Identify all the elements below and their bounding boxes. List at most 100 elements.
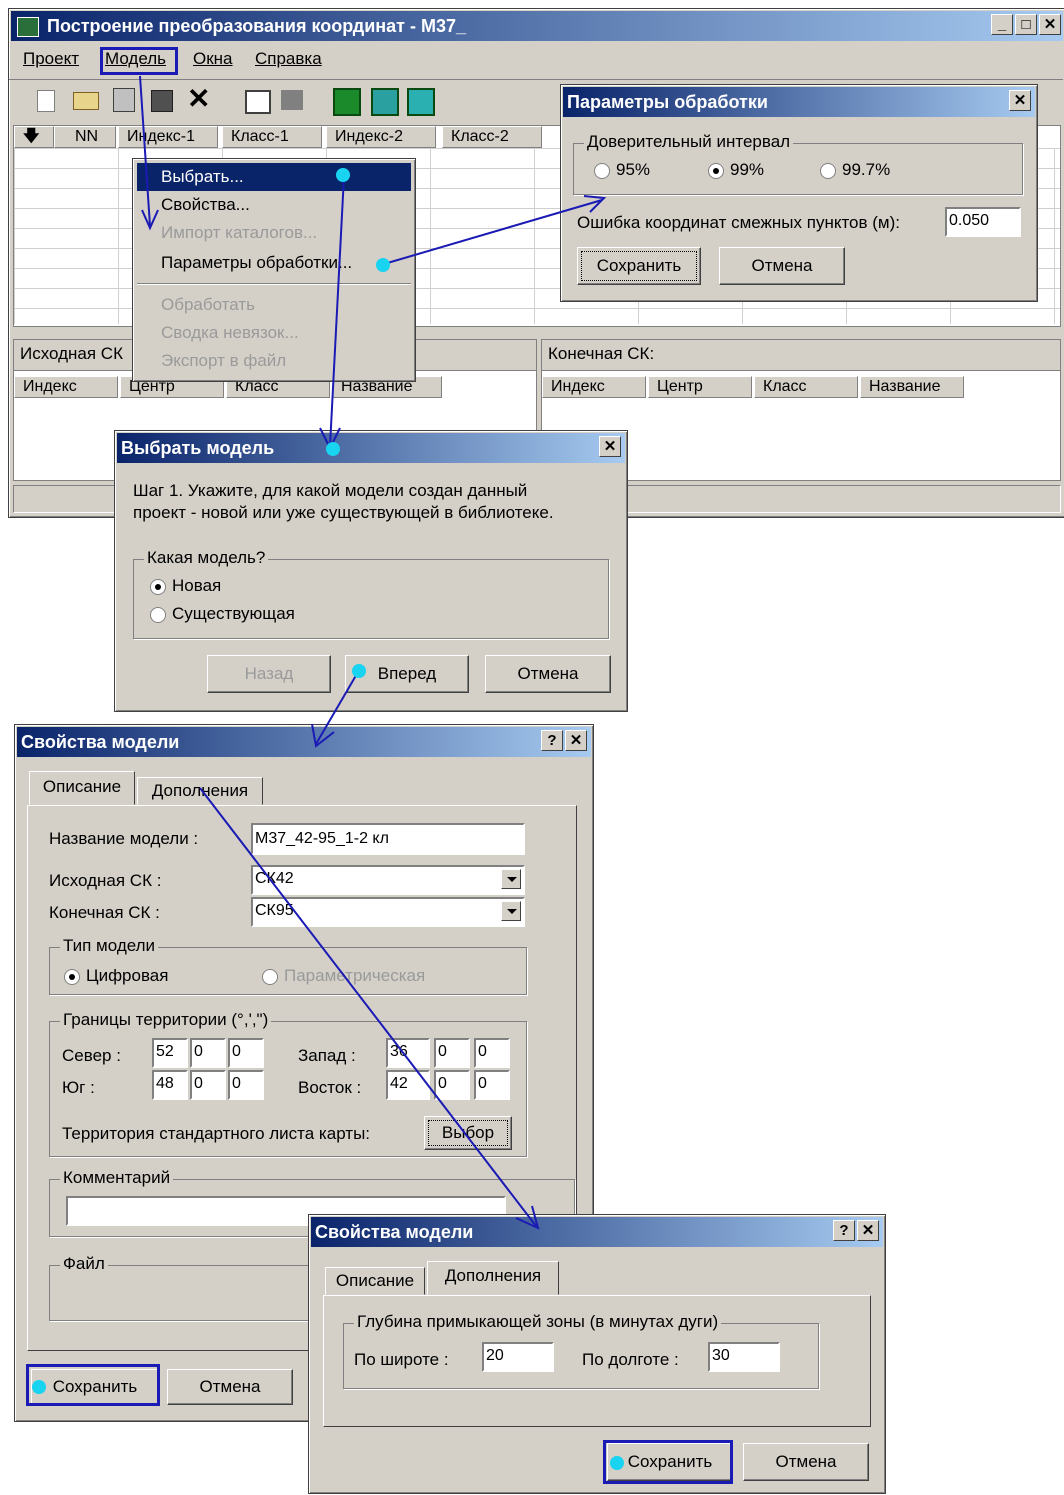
select-cancel-button[interactable]: Отмена [485, 655, 611, 693]
radio-new[interactable]: Новая [150, 576, 221, 596]
table-view-icon[interactable] [245, 90, 271, 114]
error-label: Ошибка координат смежных пунктов (м): [577, 213, 900, 232]
target-col-class[interactable]: Класс [754, 376, 858, 398]
radio-95[interactable]: 95% [594, 160, 650, 180]
props-help-button[interactable]: ? [541, 730, 563, 751]
which-model-label: Какая модель? [144, 548, 269, 568]
radio-existing-label: Существующая [172, 604, 295, 623]
radio-existing[interactable]: Существующая [150, 604, 295, 624]
south-min-input[interactable]: 0 [190, 1070, 226, 1100]
radio-99[interactable]: 99% [708, 160, 764, 180]
west-deg-input[interactable]: 36 [386, 1038, 430, 1068]
source-cs-dropdown-icon[interactable] [501, 869, 521, 889]
minimize-button[interactable]: _ [991, 14, 1013, 35]
back-button[interactable]: Назад [207, 655, 331, 693]
menu-windows[interactable]: Окна [193, 49, 233, 69]
radio-parametric-label: Параметрическая [284, 966, 426, 985]
south-deg-input[interactable]: 48 [152, 1070, 188, 1100]
menu-help[interactable]: Справка [255, 49, 322, 69]
close-button[interactable]: ✕ [1039, 14, 1061, 35]
props2-help-button[interactable]: ? [833, 1220, 855, 1241]
target-cs-combo[interactable]: СК95 [251, 897, 525, 927]
west-min-input[interactable]: 0 [434, 1038, 470, 1068]
params-cancel-button[interactable]: Отмена [719, 247, 845, 285]
menu-item-processing-params[interactable]: Параметры обработки... [137, 249, 411, 277]
select-dialog-title: Выбрать модель [117, 433, 625, 463]
menu-item-select[interactable]: Выбрать... [137, 163, 411, 191]
radio-parametric[interactable]: Параметрическая [262, 966, 425, 986]
menu-item-properties[interactable]: Свойства... [137, 191, 411, 219]
target-cs-dropdown-icon[interactable] [501, 901, 521, 921]
target-col-name[interactable]: Название [860, 376, 964, 398]
layout-icon-1[interactable] [333, 88, 361, 116]
target-col-index[interactable]: Индекс [542, 376, 646, 398]
radio-existing-icon [150, 606, 166, 623]
grid-header-nn[interactable]: NN [54, 126, 116, 148]
sort-arrow-header[interactable]: 🡇 [14, 126, 54, 148]
props-save-highlight [26, 1364, 160, 1406]
menu-item-import-catalogs[interactable]: Импорт каталогов... [137, 219, 411, 247]
layout-icon-2[interactable] [371, 88, 399, 116]
target-col-center[interactable]: Центр [648, 376, 752, 398]
lat-input[interactable]: 20 [482, 1342, 554, 1372]
step-text-line1: Шаг 1. Укажите, для какой модели создан … [133, 481, 528, 500]
properties-icon[interactable] [113, 88, 135, 112]
east-min-input[interactable]: 0 [434, 1070, 470, 1100]
south-sec-input[interactable]: 0 [228, 1070, 264, 1100]
tab-additions[interactable]: Дополнения [137, 777, 263, 805]
confidence-group: Доверительный интервал 95% 99% 99.7% [573, 132, 1023, 195]
error-input[interactable]: 0.050 [945, 207, 1021, 237]
north-deg-input[interactable]: 52 [152, 1038, 188, 1068]
sheet-label: Территория стандартного листа карты: [62, 1124, 371, 1143]
source-cs-label: Исходная СК : [49, 871, 162, 890]
tab-description[interactable]: Описание [29, 771, 135, 805]
east-sec-input[interactable]: 0 [474, 1070, 510, 1100]
props-dialog-title: Свойства модели [17, 727, 591, 757]
params-close-button[interactable]: ✕ [1009, 90, 1031, 111]
west-sec-input[interactable]: 0 [474, 1038, 510, 1068]
north-label: Север : [62, 1046, 121, 1065]
main-window-title-bar: Построение преобразования координат - М3… [11, 11, 1063, 41]
menu-item-process[interactable]: Обработать [137, 291, 411, 319]
props2-tab-description[interactable]: Описание [325, 1267, 425, 1295]
props2-tab-additions[interactable]: Дополнения [427, 1261, 559, 1295]
main-window-title: Построение преобразования координат - М3… [47, 16, 466, 36]
grid-header-index2[interactable]: Индекс-2 [326, 126, 436, 148]
menu-project[interactable]: Проект [23, 49, 79, 69]
menu-separator [137, 283, 411, 285]
lon-input[interactable]: 30 [708, 1342, 780, 1372]
layout-icon-3[interactable] [407, 88, 435, 116]
model-name-input[interactable]: М37_42-95_1-2 кл [251, 823, 525, 855]
annotation-dot-params [376, 258, 390, 272]
select-close-button[interactable]: ✕ [599, 436, 621, 457]
file-group-label: Файл [60, 1254, 108, 1274]
north-sec-input[interactable]: 0 [228, 1038, 264, 1068]
north-min-input[interactable]: 0 [190, 1038, 226, 1068]
choose-button[interactable]: Выбор [424, 1116, 512, 1150]
radio-digital[interactable]: Цифровая [64, 966, 168, 986]
radio-99-7[interactable]: 99.7% [820, 160, 890, 180]
params-save-button[interactable]: Сохранить [577, 247, 701, 285]
grid-header-index1[interactable]: Индекс-1 [118, 126, 218, 148]
delete-icon[interactable]: ✕ [187, 82, 210, 115]
model-dropdown-menu: Выбрать... Свойства... Импорт каталогов.… [132, 158, 416, 382]
east-deg-input[interactable]: 42 [386, 1070, 430, 1100]
open-folder-icon[interactable] [73, 92, 99, 110]
new-file-icon[interactable] [37, 90, 55, 112]
east-label: Восток : [298, 1078, 362, 1097]
source-cs-combo[interactable]: СК42 [251, 865, 525, 895]
props-close-button[interactable]: ✕ [565, 730, 587, 751]
menu-item-export[interactable]: Экспорт в файл [137, 347, 411, 375]
grid-header-class1[interactable]: Класс-1 [222, 126, 322, 148]
step-text-line2: проект - новой или уже существующей в би… [133, 503, 554, 522]
grid-header-class2[interactable]: Класс-2 [442, 126, 542, 148]
save-icon[interactable] [151, 90, 173, 112]
source-col-index[interactable]: Индекс [14, 376, 118, 398]
grey-view-icon[interactable] [281, 90, 303, 110]
props-cancel-button[interactable]: Отмена [167, 1369, 293, 1405]
menu-item-residual-summary[interactable]: Сводка невязок... [137, 319, 411, 347]
props2-cancel-button[interactable]: Отмена [743, 1443, 869, 1481]
maximize-button[interactable]: □ [1015, 14, 1037, 35]
props2-close-button[interactable]: ✕ [857, 1220, 879, 1241]
radio-digital-icon [64, 968, 80, 985]
